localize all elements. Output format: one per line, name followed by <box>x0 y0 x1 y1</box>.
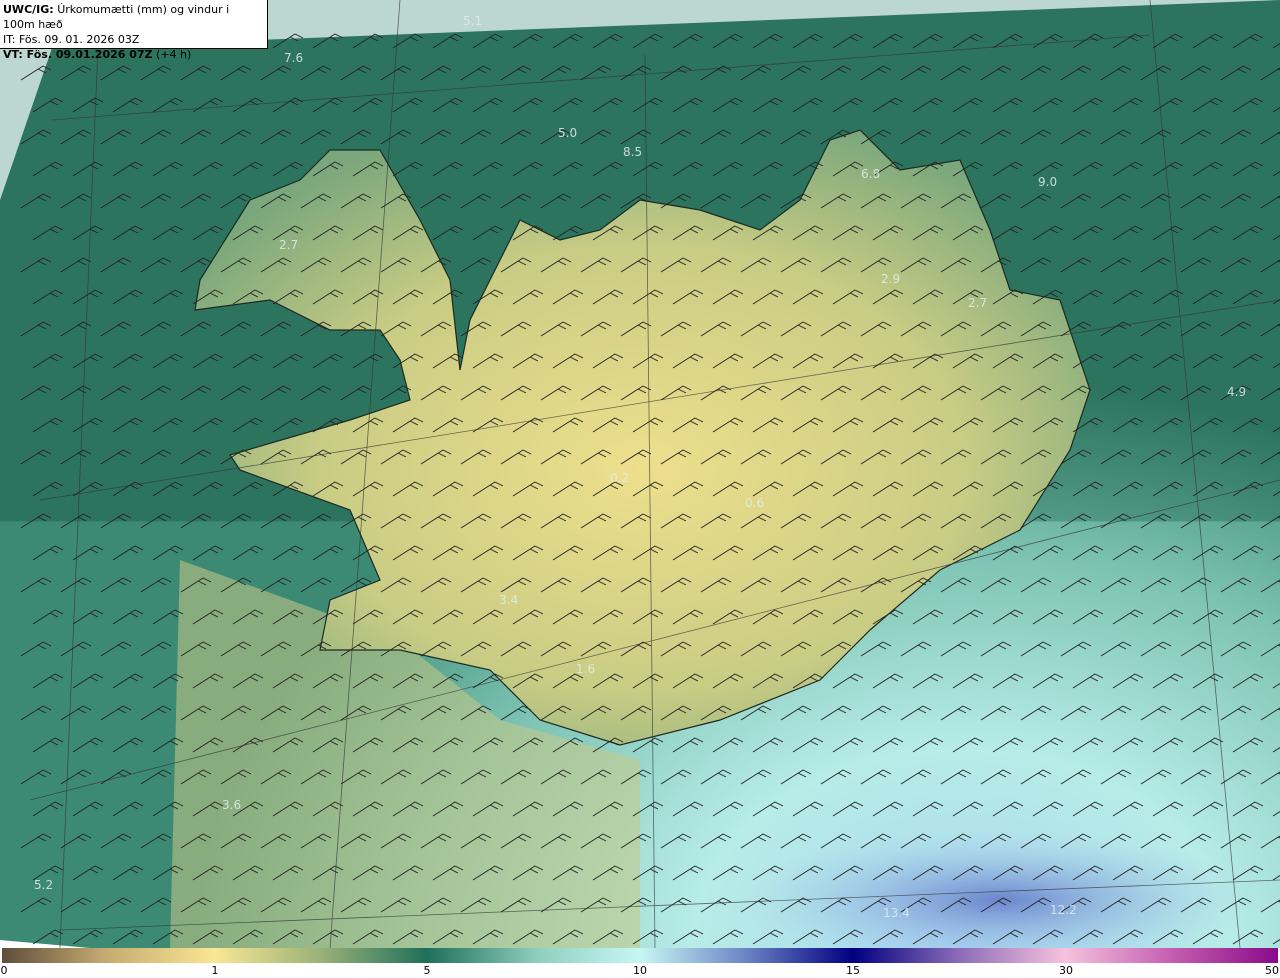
map-value-label: 8.5 <box>623 145 643 159</box>
colorbar-tick: 0 <box>0 964 8 977</box>
lead-time: (+4 h) <box>156 48 192 61</box>
map-value-label: 2.7 <box>279 238 299 252</box>
map-value-label: 7.6 <box>284 51 304 65</box>
valid-time: VT: Fös. 09.01.2026 07Z <box>3 48 153 61</box>
map-value-label: 5.1 <box>463 14 483 28</box>
map-value-label: 1.6 <box>576 662 596 676</box>
map-value-label: 3.6 <box>222 798 242 812</box>
map-value-label: 4.9 <box>1227 385 1247 399</box>
colorbar-tick: 1 <box>211 964 219 977</box>
map-value-label: 2.9 <box>881 272 901 286</box>
colorbar-tick: 30 <box>1059 964 1073 977</box>
precipitation-map <box>0 0 1280 948</box>
colorbar-tick: 5 <box>423 964 431 977</box>
map-value-label: 5.2 <box>34 878 54 892</box>
colorbar-tick: 50 <box>1265 964 1279 977</box>
model-prefix: UWC/IG: <box>3 3 54 16</box>
map-value-label: 0.2 <box>610 471 630 485</box>
init-time: IT: Fös. 09. 01. 2026 03Z <box>3 33 140 46</box>
colorbar-tick: 15 <box>846 964 860 977</box>
map-value-label: 5.0 <box>558 126 578 140</box>
colorbar <box>2 948 1278 963</box>
map-value-label: 12.2 <box>1050 903 1077 917</box>
map-value-label: 0.6 <box>745 496 765 510</box>
title-box: UWC/IG: Úrkomumætti (mm) og vindur i 100… <box>0 0 268 61</box>
map-value-label: 2.7 <box>968 296 988 310</box>
map-value-label: 9.0 <box>1038 175 1058 189</box>
map-value-label: 6.8 <box>861 167 881 181</box>
map-value-label: 3.4 <box>499 593 519 607</box>
colorbar-tick: 10 <box>633 964 647 977</box>
map-value-label: 13.4 <box>883 906 910 920</box>
